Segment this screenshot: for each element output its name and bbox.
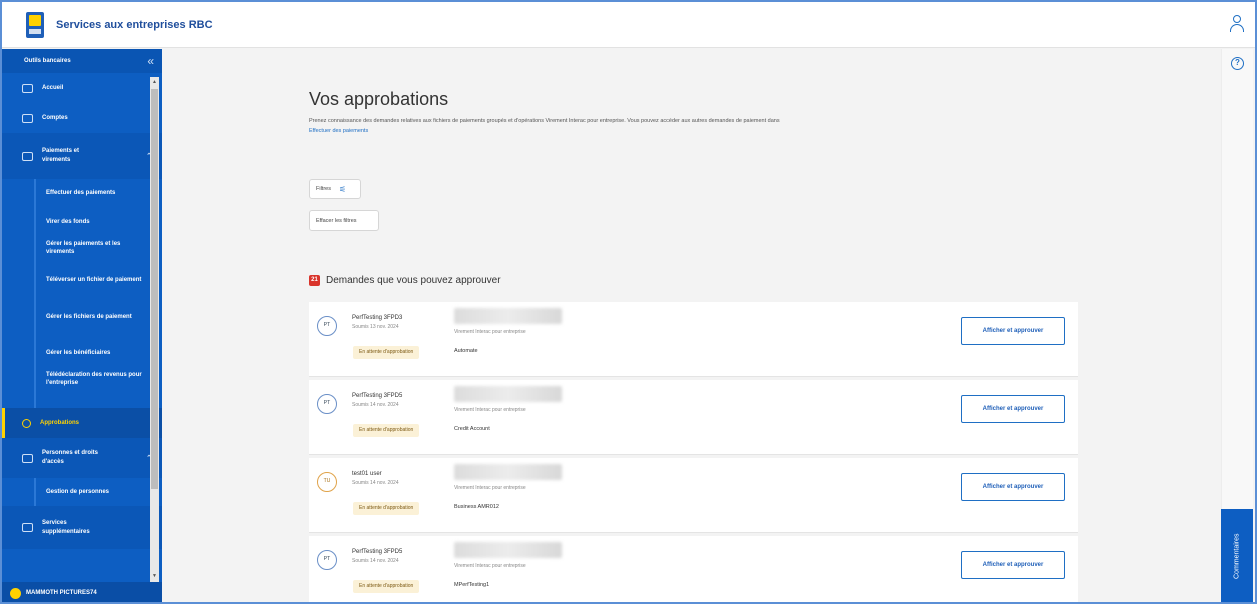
section-heading: 21 Demandes que vous pouvez approuver	[309, 275, 501, 286]
request-card: PT PerfTesting 3FPD5 Soumis 14 nov. 2024…	[309, 536, 1078, 602]
sidebar-item-paiements[interactable]: Paiements et virements ⌃	[2, 133, 162, 179]
sidebar-item-personnes[interactable]: Personnes et droits d'accès ⌃	[2, 438, 162, 478]
sidebar-item-services[interactable]: Services supplémentaires	[2, 506, 162, 549]
status-badge: En attente d'approbation	[353, 424, 420, 437]
main-content: Vos approbations Prenez connaissance des…	[162, 49, 1224, 602]
grid-icon	[22, 523, 33, 532]
app-window: Services aux entreprises RBC Outils banc…	[0, 0, 1257, 604]
scrollbar-thumb[interactable]	[151, 89, 158, 489]
sidebar-scrollbar[interactable]: ▲ ▼	[150, 77, 159, 582]
transfer-icon	[22, 151, 33, 161]
submitted-date: Soumis 14 nov. 2024	[352, 558, 399, 564]
collapse-sidebar-icon[interactable]: «	[147, 54, 154, 68]
payment-type: Virement Interac pour entreprise	[454, 407, 526, 413]
account-name: MPerfTesting1	[454, 582, 490, 588]
home-icon	[22, 83, 33, 93]
company-avatar	[10, 587, 21, 599]
sidebar-subitem-gerer-fichiers[interactable]: Gérer les fichiers de paiement	[34, 305, 162, 343]
requester-avatar: PT	[317, 550, 337, 570]
submitted-date: Soumis 14 nov. 2024	[352, 480, 399, 486]
account-name: Business AMR012	[454, 504, 499, 510]
top-bar: Services aux entreprises RBC	[2, 2, 1255, 48]
redacted-amount	[454, 386, 562, 402]
help-icon[interactable]: ?	[1231, 57, 1244, 70]
sidebar-heading: Outils bancaires «	[2, 49, 162, 73]
request-count-badge: 21	[309, 275, 320, 286]
request-card: PT PerfTesting 3FPD5 Soumis 14 nov. 2024…	[309, 380, 1078, 455]
company-switcher[interactable]: MAMMOTH PICTURES74	[2, 582, 162, 602]
brand-title[interactable]: Services aux entreprises RBC	[56, 19, 213, 31]
sidebar-subitem-gerer-paiements[interactable]: Gérer les paiements et les virements	[34, 234, 162, 268]
requester-name: PerfTesting 3FPD5	[352, 393, 403, 399]
filters-button[interactable]: Filtres ⚟	[309, 179, 361, 199]
requester-avatar: TU	[317, 472, 337, 492]
filter-icon: ⚟	[338, 184, 347, 194]
scroll-up-icon[interactable]: ▲	[151, 79, 158, 86]
requester-name: test01 user	[352, 471, 382, 477]
accounts-icon	[22, 113, 33, 123]
clear-filters-button[interactable]: Effacer les filtres	[309, 210, 379, 231]
redacted-amount	[454, 464, 562, 480]
sidebar-subitem-televerser[interactable]: Téléverser un fichier de paiement	[34, 268, 162, 305]
view-approve-button[interactable]: Afficher et approuver	[961, 317, 1065, 345]
feedback-tab[interactable]: Commentaires	[1221, 509, 1253, 602]
requester-avatar: PT	[317, 394, 337, 414]
payment-type: Virement Interac pour entreprise	[454, 563, 526, 569]
redacted-amount	[454, 308, 562, 324]
requester-name: PerfTesting 3FPD5	[352, 549, 403, 555]
sidebar-item-comptes[interactable]: Comptes	[2, 103, 162, 133]
sidebar-subitem-teledeclaration[interactable]: Télédéclaration des revenus pour l'entre…	[34, 365, 162, 408]
submitted-date: Soumis 13 nov. 2024	[352, 324, 399, 330]
view-approve-button[interactable]: Afficher et approuver	[961, 395, 1065, 423]
page-title: Vos approbations	[309, 89, 449, 109]
request-card: TU test01 user Soumis 14 nov. 2024 En at…	[309, 458, 1078, 533]
people-icon	[22, 453, 33, 463]
requester-avatar: PT	[317, 316, 337, 336]
sidebar-subitem-gestion-personnes[interactable]: Gestion de personnes	[34, 478, 162, 506]
account-name: Credit Account	[454, 426, 490, 432]
sidebar-subitem-virer[interactable]: Virer des fonds	[34, 212, 162, 234]
view-approve-button[interactable]: Afficher et approuver	[961, 473, 1065, 501]
submitted-date: Soumis 14 nov. 2024	[352, 402, 399, 408]
payment-type: Virement Interac pour entreprise	[454, 329, 526, 335]
request-card: PT PerfTesting 3FPD3 Soumis 13 nov. 2024…	[309, 302, 1078, 377]
check-circle-icon	[22, 418, 31, 428]
view-approve-button[interactable]: Afficher et approuver	[961, 551, 1065, 579]
sidebar-item-accueil[interactable]: Accueil	[2, 73, 162, 103]
account-name: Automate	[454, 348, 478, 354]
status-badge: En attente d'approbation	[353, 580, 420, 593]
requester-name: PerfTesting 3FPD3	[352, 315, 403, 321]
sidebar-item-approbations[interactable]: Approbations	[2, 408, 162, 438]
scroll-down-icon[interactable]: ▼	[151, 573, 158, 580]
sidebar: Outils bancaires « Accueil Comptes Paiem…	[2, 49, 162, 602]
sidebar-subitem-effectuer[interactable]: Effectuer des paiements	[34, 179, 162, 212]
sidebar-subitem-beneficiaires[interactable]: Gérer les bénéficiaires	[34, 343, 162, 365]
user-profile-icon[interactable]	[1229, 15, 1245, 33]
effectuer-paiements-link[interactable]: Effectuer des paiements	[309, 126, 1029, 136]
rbc-logo-icon[interactable]	[26, 11, 44, 38]
status-badge: En attente d'approbation	[353, 346, 420, 359]
status-badge: En attente d'approbation	[353, 502, 420, 515]
page-intro: Prenez connaissance des demandes relativ…	[309, 116, 1029, 136]
redacted-amount	[454, 542, 562, 558]
payment-type: Virement Interac pour entreprise	[454, 485, 526, 491]
right-rail: ? Commentaires	[1221, 49, 1253, 602]
